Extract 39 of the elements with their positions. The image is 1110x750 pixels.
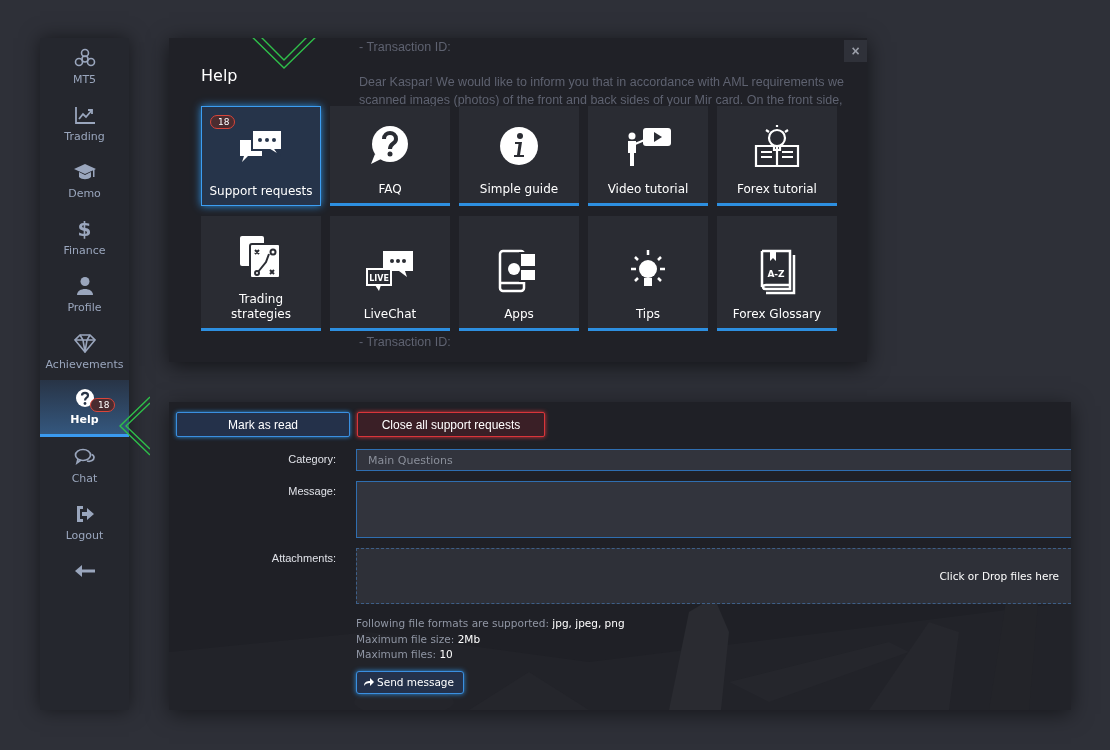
field-label: Attachments: [270, 551, 336, 566]
file-dropzone[interactable]: Click or Drop files here [356, 548, 1071, 604]
background-text: Dear Kaspar! We would like to inform you that in accordance with AML requirements we [359, 74, 844, 91]
sidebar-item[interactable]: Trading [40, 95, 129, 152]
help-tile[interactable]: LIVE LiveChat [330, 216, 450, 331]
dollar-icon: $ [77, 218, 92, 239]
mark-read-button[interactable]: Mark as read [176, 412, 350, 437]
sidebar-item[interactable]: MT5 [40, 38, 129, 95]
sidebar-item[interactable]: Profile [40, 266, 129, 323]
info-text: Following file formats are supported: jpg, jpeg, png [356, 616, 626, 631]
sidebar-item[interactable]: Help 18 [40, 380, 129, 437]
sidebar-item[interactable]: Demo [40, 152, 129, 209]
field-label: Category: [287, 452, 336, 467]
send-button[interactable]: Send message [356, 670, 464, 694]
notification-badge: 18 [90, 398, 116, 412]
info-text: Maximum file size: 2Mb [356, 631, 482, 647]
help-tile[interactable]: FAQ [330, 106, 450, 206]
sidebar-item[interactable]: Logout [40, 494, 129, 551]
close-button[interactable]: × [844, 40, 867, 62]
background-text: - Transaction ID: [359, 39, 451, 56]
help-tile[interactable]: A-Z Forex Glossary [717, 216, 837, 331]
sidebar-item[interactable]: Achievements [40, 323, 129, 380]
help-tile[interactable]: Simple guide [459, 106, 579, 206]
category-field[interactable]: Main Questions [356, 449, 1071, 471]
help-tile[interactable]: Apps [459, 216, 579, 331]
help-tile[interactable]: Forex tutorial [717, 106, 837, 206]
help-tile[interactable]: Trading strategies [201, 216, 321, 331]
help-tile[interactable]: Video tutorial [588, 106, 708, 206]
help-tile[interactable]: Tips [588, 216, 708, 331]
field-label: Message: [287, 484, 336, 499]
close-all-button[interactable]: Close all support requests [357, 412, 545, 437]
background-text: scanned images (photos) of the front and back sides of your Mir card. On the front side, [359, 92, 843, 109]
sidebar-item[interactable]: Chat [40, 437, 129, 494]
info-text: Maximum files: 10 [356, 647, 454, 662]
help-tile[interactable]: Support requests 18 [201, 106, 321, 206]
notification-badge: 18 [210, 115, 236, 129]
dialog-title: Help [201, 66, 238, 86]
sidebar-item[interactable]: $ Finance [40, 209, 129, 266]
background-text: - Transaction ID: [359, 335, 451, 349]
